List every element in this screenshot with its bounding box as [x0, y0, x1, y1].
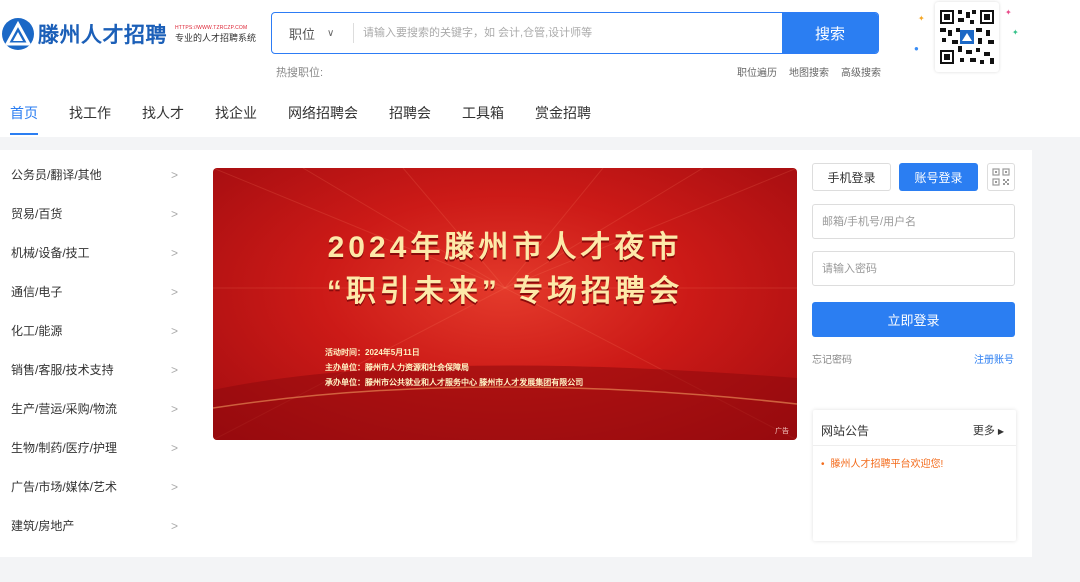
tab-phone-login[interactable]: 手机登录: [812, 163, 891, 191]
ad-tag: 广告: [775, 428, 789, 435]
confetti-decoration: ✦: [918, 14, 925, 23]
forgot-password-link[interactable]: 忘记密码: [812, 351, 852, 366]
category-item[interactable]: 贸易/百货 >: [0, 194, 192, 233]
confetti-decoration: ✦: [1012, 28, 1019, 37]
category-label: 销售/客服/技术支持: [11, 363, 114, 377]
notice-more-link[interactable]: 更多 ▶: [973, 422, 1004, 438]
banner-host: 主办单位：滕州市人力资源和社会保障局: [325, 363, 469, 372]
chevron-right-icon: >: [170, 479, 178, 494]
qr-login-icon[interactable]: [987, 163, 1015, 191]
hot-jobs-label: 热搜职位:: [276, 67, 324, 79]
banner-title-line1: 2024年滕州市人才夜市: [327, 231, 683, 264]
chevron-right-icon: >: [170, 518, 178, 533]
notice-title: 网站公告: [821, 424, 870, 438]
category-label: 建筑/房地产: [11, 519, 75, 533]
confetti-decoration: ●: [914, 44, 919, 53]
nav-home[interactable]: 首页: [10, 103, 38, 135]
category-label: 通信/电子: [11, 285, 63, 299]
notice-item-text: 滕州人才招聘平台欢迎您!: [830, 459, 944, 470]
bullet-icon: •: [821, 459, 825, 470]
search-type-label: 职位: [289, 26, 316, 42]
notice-item[interactable]: • 滕州人才招聘平台欢迎您!: [821, 455, 943, 470]
category-item[interactable]: 生产/营运/采购/物流 >: [0, 389, 192, 428]
category-item[interactable]: 化工/能源 >: [0, 311, 192, 350]
category-item[interactable]: 销售/客服/技术支持 >: [0, 350, 192, 389]
category-label: 广告/市场/媒体/艺术: [11, 480, 118, 494]
search-input[interactable]: [354, 13, 782, 53]
chevron-right-icon: >: [170, 245, 178, 260]
tab-account-login[interactable]: 账号登录: [899, 163, 978, 191]
nav-bounty[interactable]: 赏金招聘: [535, 103, 591, 135]
chevron-down-icon: ∨: [327, 27, 335, 39]
banner-time: 活动时间：2024年5月11日: [325, 348, 420, 357]
category-item[interactable]: 机械/设备/技工 >: [0, 233, 192, 272]
category-label: 生产/营运/采购/物流: [11, 402, 118, 416]
category-item[interactable]: 生物/制药/医疗/护理 >: [0, 428, 192, 467]
category-label: 机械/设备/技工: [11, 246, 90, 260]
category-item[interactable]: 广告/市场/媒体/艺术 >: [0, 467, 192, 506]
banner-info: 活动时间：2024年5月11日 主办单位：滕州市人力资源和社会保障局 承办单位：…: [325, 345, 583, 390]
chevron-right-icon: >: [170, 167, 178, 182]
username-field[interactable]: [812, 204, 1015, 239]
caret-right-icon: ▶: [997, 427, 1004, 436]
search-button[interactable]: 搜索: [782, 13, 878, 53]
qr-code-image: [935, 2, 999, 72]
search-links: 职位遍历 地图搜索 高级搜索: [737, 64, 881, 79]
category-item[interactable]: 建筑/房地产 >: [0, 506, 192, 545]
category-item[interactable]: 通信/电子 >: [0, 272, 192, 311]
link-map-search[interactable]: 地图搜索: [789, 64, 829, 79]
confetti-decoration: ✦: [1005, 8, 1012, 17]
category-label: 贸易/百货: [11, 207, 63, 221]
chevron-right-icon: >: [170, 284, 178, 299]
divider: [813, 445, 1016, 446]
nav-find-job[interactable]: 找工作: [69, 103, 111, 135]
login-button[interactable]: 立即登录: [812, 302, 1015, 337]
nav-find-talent[interactable]: 找人才: [142, 103, 184, 135]
nav-job-fair[interactable]: 招聘会: [389, 103, 431, 135]
logo-icon: [2, 18, 34, 50]
category-label: 化工/能源: [11, 324, 63, 338]
chevron-right-icon: >: [170, 206, 178, 221]
banner-organizer: 承办单位：滕州市公共就业和人才服务中心 滕州市人才发展集团有限公司: [325, 378, 584, 387]
promo-banner[interactable]: 2024年滕州市人才夜市 “职引未来” 专场招聘会 活动时间：2024年5月11…: [213, 168, 797, 440]
search-bar: 职位 ∨ 搜索: [271, 12, 879, 54]
category-list: 公务员/翻译/其他 > 贸易/百货 > 机械/设备/技工 > 通信/电子 > 化工/能源…: [0, 150, 192, 545]
brand-slogan: 专业的人才招聘系统: [175, 32, 257, 43]
category-item[interactable]: 公务员/翻译/其他 >: [0, 155, 192, 194]
main-card: 公务员/翻译/其他 > 贸易/百货 > 机械/设备/技工 > 通信/电子 > 化工/能源…: [0, 150, 1032, 557]
nav-find-company[interactable]: 找企业: [215, 103, 257, 135]
header: 滕州人才招聘 HTTPS://WWW.TZRCZP.COM 专业的人才招聘系统 …: [0, 0, 1080, 137]
register-link[interactable]: 注册账号: [974, 351, 1014, 366]
notice-more-label: 更多: [972, 425, 995, 437]
chevron-right-icon: >: [170, 362, 178, 377]
category-label: 生物/制药/医疗/护理: [11, 441, 118, 455]
link-job-browse[interactable]: 职位遍历: [737, 64, 777, 79]
brand-name: 滕州人才招聘: [38, 24, 167, 47]
nav-online-fair[interactable]: 网络招聘会: [288, 103, 358, 135]
chevron-right-icon: >: [170, 401, 178, 416]
site-logo[interactable]: 滕州人才招聘 HTTPS://WWW.TZRCZP.COM 专业的人才招聘系统: [2, 18, 256, 50]
password-field[interactable]: [812, 251, 1015, 286]
brand-url: HTTPS://WWW.TZRCZP.COM: [175, 24, 248, 31]
nav-toolbox[interactable]: 工具箱: [462, 103, 504, 135]
search-type-select[interactable]: 职位 ∨: [272, 13, 354, 53]
chevron-right-icon: >: [170, 440, 178, 455]
category-label: 公务员/翻译/其他: [11, 168, 102, 182]
link-advanced-search[interactable]: 高级搜索: [841, 64, 881, 79]
site-notice-panel: 网站公告 更多 ▶ • 滕州人才招聘平台欢迎您!: [813, 410, 1016, 541]
banner-title-line2: “职引未来” 专场招聘会: [326, 275, 684, 308]
main-nav: 首页 找工作 找人才 找企业 网络招聘会 招聘会 工具箱 赏金招聘: [10, 103, 622, 135]
chevron-right-icon: >: [170, 323, 178, 338]
